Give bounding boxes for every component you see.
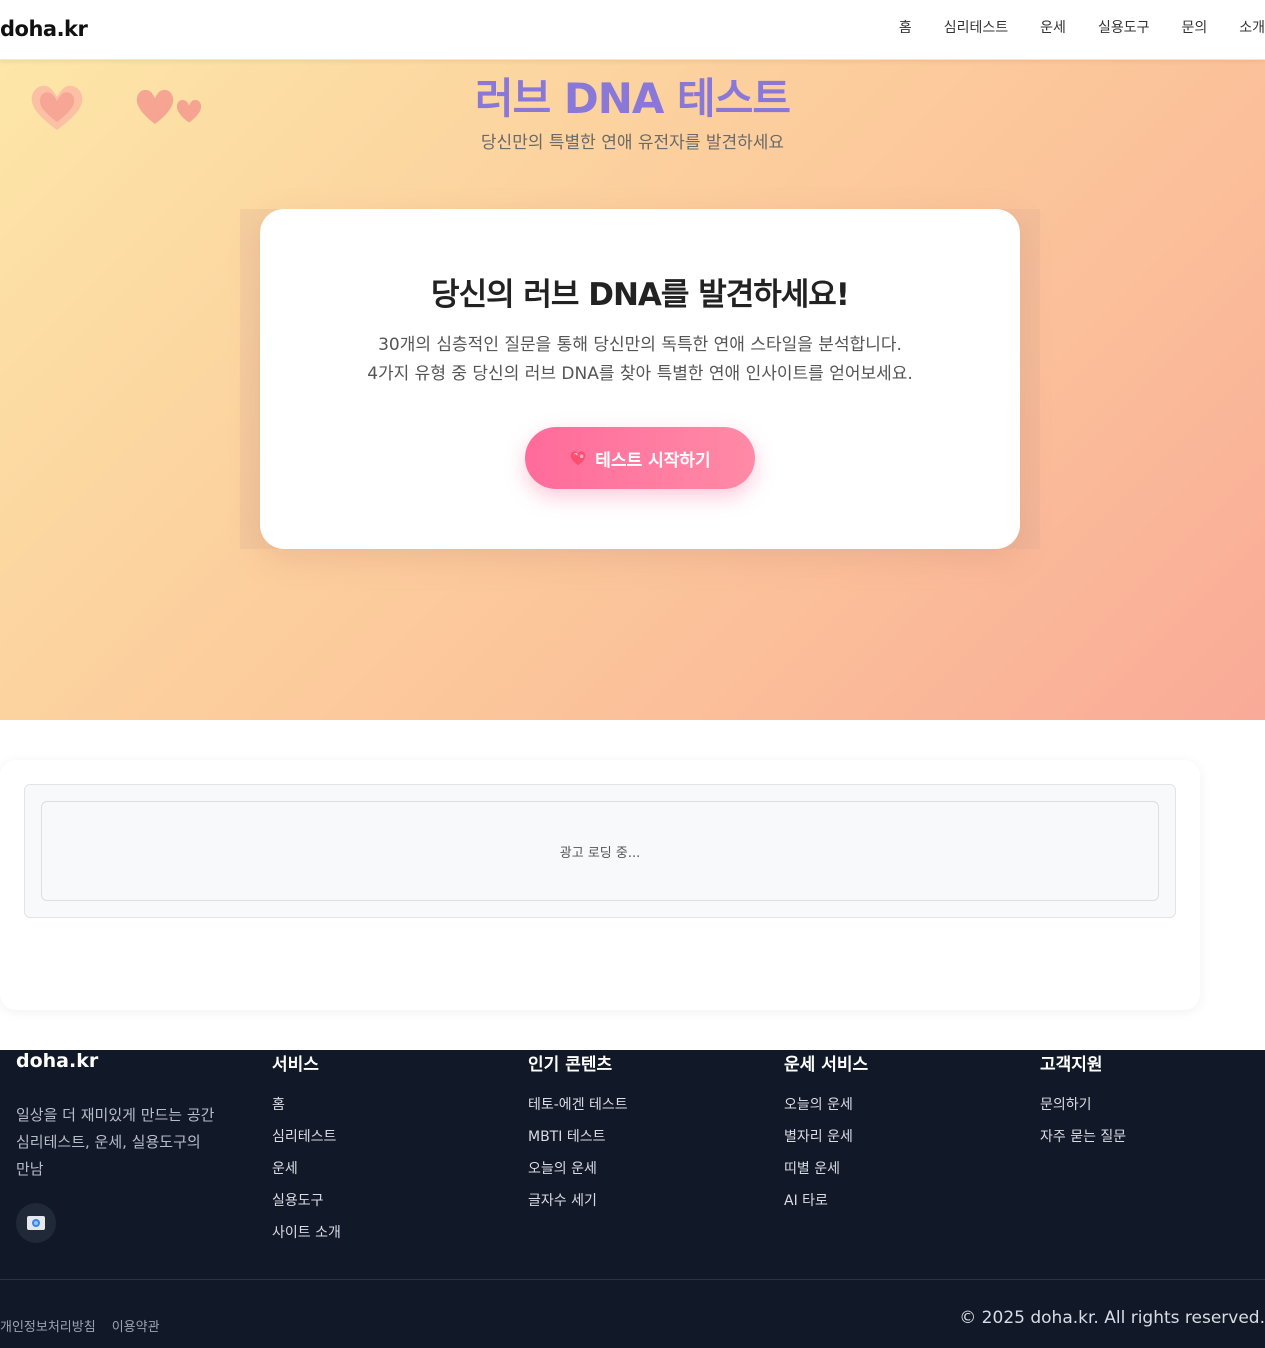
footer-heading: 서비스 bbox=[272, 1055, 319, 1075]
copyright-text: © 2025 doha.kr. All rights reserved. bbox=[959, 1308, 1265, 1328]
ad-slot: 광고 로딩 중... bbox=[41, 801, 1159, 901]
social-link[interactable] bbox=[16, 1203, 56, 1243]
footer-link[interactable]: MBTI 테스트 bbox=[528, 1127, 628, 1159]
footer-services-column: 서비스 홈 심리테스트 운세 실용도구 사이트 소개 bbox=[272, 1050, 341, 1255]
footer-desc-line: 일상을 더 재미있게 만드는 공간 bbox=[16, 1106, 215, 1124]
ad-container: 광고 로딩 중... bbox=[24, 784, 1176, 918]
footer-description: 일상을 더 재미있게 만드는 공간 심리테스트, 운세, 실용도구의 만남 bbox=[16, 1102, 236, 1183]
card-desc-line: 30개의 심층적인 질문을 통해 당신만의 독특한 연애 스타일을 분석합니다. bbox=[378, 335, 902, 355]
footer-link[interactable]: 별자리 운세 bbox=[784, 1127, 868, 1159]
footer-link[interactable]: 오늘의 운세 bbox=[784, 1095, 868, 1127]
site-logo[interactable]: doha.kr bbox=[0, 17, 88, 41]
card-desc-line: 4가지 유형 중 당신의 러브 DNA를 찾아 특별한 연애 인사이트를 얻어보… bbox=[367, 364, 913, 384]
ad-section: 광고 로딩 중... bbox=[0, 760, 1200, 1010]
footer-link[interactable]: 자주 묻는 질문 bbox=[1040, 1127, 1126, 1159]
site-header: doha.kr 홈 심리테스트 운세 실용도구 문의 소개 bbox=[0, 0, 1265, 60]
nav-fortune[interactable]: 운세 bbox=[1040, 17, 1066, 37]
intro-card: 당신의 러브 DNA를 발견하세요! 30개의 심층적인 질문을 통해 당신만의… bbox=[260, 209, 1020, 549]
footer-logo[interactable]: doha.kr bbox=[16, 1050, 236, 1072]
footer-heading: 고객지원 bbox=[1040, 1055, 1103, 1075]
footer-link[interactable]: 홈 bbox=[272, 1095, 341, 1127]
site-footer: doha.kr 일상을 더 재미있게 만드는 공간 심리테스트, 운세, 실용도… bbox=[0, 1050, 1265, 1348]
footer-link[interactable]: AI 타로 bbox=[784, 1191, 868, 1223]
footer-support-column: 고객지원 문의하기 자주 묻는 질문 bbox=[1040, 1050, 1126, 1159]
start-test-label: 테스트 시작하기 bbox=[595, 450, 711, 471]
footer-heading: 인기 콘텐츠 bbox=[528, 1055, 613, 1075]
footer-link[interactable]: 심리테스트 bbox=[272, 1127, 341, 1159]
footer-divider bbox=[0, 1279, 1265, 1280]
footer-heading: 운세 서비스 bbox=[784, 1055, 869, 1075]
footer-link[interactable]: 띠별 운세 bbox=[784, 1159, 868, 1191]
ad-loading-text: 광고 로딩 중... bbox=[559, 845, 641, 861]
nav-about[interactable]: 소개 bbox=[1239, 17, 1265, 37]
footer-desc-line: 만남 bbox=[16, 1160, 44, 1178]
heart-icon bbox=[570, 451, 586, 466]
nav-psych-test[interactable]: 심리테스트 bbox=[944, 17, 1008, 37]
footer-popular-column: 인기 콘텐츠 테토-에겐 테스트 MBTI 테스트 오늘의 운세 글자수 세기 bbox=[528, 1050, 628, 1223]
page-title: 러브 DNA 테스트 bbox=[475, 74, 791, 123]
footer-brand-column: doha.kr 일상을 더 재미있게 만드는 공간 심리테스트, 운세, 실용도… bbox=[16, 1050, 236, 1243]
footer-link[interactable]: 문의하기 bbox=[1040, 1095, 1126, 1127]
footer-link[interactable]: 글자수 세기 bbox=[528, 1191, 628, 1223]
privacy-policy-link[interactable]: 개인정보처리방침 bbox=[0, 1316, 96, 1335]
card-description: 30개의 심층적인 질문을 통해 당신만의 독특한 연애 스타일을 분석합니다.… bbox=[260, 331, 1020, 389]
nav-home[interactable]: 홈 bbox=[899, 17, 912, 37]
start-test-button[interactable]: 테스트 시작하기 bbox=[525, 427, 755, 489]
terms-link[interactable]: 이용약관 bbox=[112, 1316, 160, 1335]
page-subtitle: 당신만의 특별한 연애 유전자를 발견하세요 bbox=[480, 133, 785, 153]
card-title: 당신의 러브 DNA를 발견하세요! bbox=[431, 277, 850, 313]
footer-link[interactable]: 오늘의 운세 bbox=[528, 1159, 628, 1191]
footer-legal-links: 개인정보처리방침 이용약관 bbox=[0, 1316, 160, 1335]
footer-link[interactable]: 실용도구 bbox=[272, 1191, 341, 1223]
main-nav: 홈 심리테스트 운세 실용도구 문의 소개 bbox=[899, 17, 1265, 37]
footer-fortune-column: 운세 서비스 오늘의 운세 별자리 운세 띠별 운세 AI 타로 bbox=[784, 1050, 868, 1223]
footer-link[interactable]: 운세 bbox=[272, 1159, 341, 1191]
social-icon bbox=[27, 1216, 45, 1230]
footer-desc-line: 심리테스트, 운세, 실용도구의 bbox=[16, 1133, 201, 1151]
hero-section: 러브 DNA 테스트 당신만의 특별한 연애 유전자를 발견하세요 당신의 러브… bbox=[0, 60, 1265, 720]
footer-link[interactable]: 테토-에겐 테스트 bbox=[528, 1095, 628, 1127]
nav-contact[interactable]: 문의 bbox=[1181, 17, 1207, 37]
footer-link[interactable]: 사이트 소개 bbox=[272, 1223, 341, 1255]
nav-tools[interactable]: 실용도구 bbox=[1098, 17, 1150, 37]
